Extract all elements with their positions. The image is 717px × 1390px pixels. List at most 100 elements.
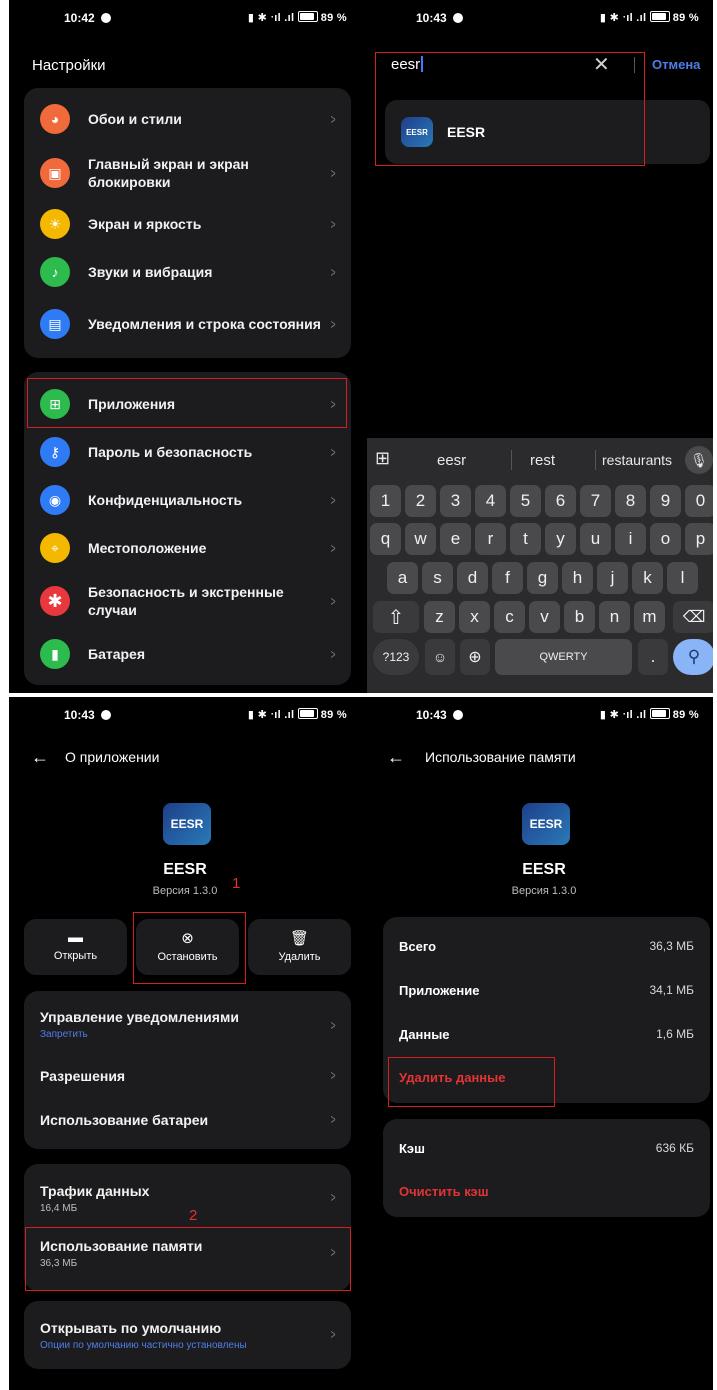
settings-item-sounds[interactable]: ♪ Звуки и вибрация > (24, 249, 351, 295)
settings-item-display[interactable]: ☀ Экран и яркость > (24, 201, 351, 247)
highlight-box (375, 52, 645, 166)
app-icon: EESR (522, 803, 570, 845)
suggestion-item[interactable]: eesr (437, 452, 466, 469)
settings-item-privacy[interactable]: ◉ Конфиденциальность > (24, 477, 351, 523)
back-arrow-icon[interactable]: ← (31, 747, 49, 768)
microphone-icon[interactable]: 🎙 (685, 446, 713, 474)
apps-grid-icon[interactable]: ⊞ (375, 448, 390, 469)
settings-item-label: Пароль и безопасность (88, 444, 253, 460)
shift-key-icon[interactable]: ⇧ (373, 601, 419, 633)
letter-key[interactable]: z (424, 601, 455, 633)
number-key[interactable]: 8 (615, 485, 646, 517)
number-key[interactable]: 1 (370, 485, 401, 517)
letter-key[interactable]: y (545, 523, 576, 555)
letter-key[interactable]: m (634, 601, 665, 633)
app-name: EESR (522, 861, 566, 878)
highlight-box (25, 1227, 351, 1291)
settings-item-battery[interactable]: ▮ Батарея > (24, 631, 351, 677)
letter-key[interactable]: a (387, 562, 418, 594)
number-key[interactable]: 4 (475, 485, 506, 517)
clear-cache-button[interactable]: Очистить кэш (399, 1184, 694, 1199)
battery-usage-item[interactable]: Использование батареи (40, 1112, 321, 1128)
back-arrow-icon[interactable]: ← (387, 747, 405, 768)
battery-level: 89 % (320, 709, 347, 721)
delete-button[interactable]: 🗑 Удалить (248, 919, 351, 975)
settings-item-home-screen[interactable]: ▣ Главный экран и экран блокировки > (24, 147, 351, 199)
number-key[interactable]: 5 (510, 485, 541, 517)
settings-item-label: Батарея (88, 646, 145, 662)
chevron-right-icon: > (330, 444, 336, 460)
letter-key[interactable]: v (529, 601, 560, 633)
notification-management-item[interactable]: Управление уведомлениями Запретить (40, 1009, 321, 1040)
letter-key[interactable]: n (599, 601, 630, 633)
settings-item-notifications[interactable]: ▤ Уведомления и строка состояния > (24, 298, 351, 350)
step-number: 1 (232, 875, 241, 892)
letter-key[interactable]: t (510, 523, 541, 555)
settings-item-location[interactable]: ⌖ Местоположение > (24, 525, 351, 571)
eye-icon: ◉ (40, 485, 70, 515)
globe-key-icon[interactable]: ⊕ (460, 639, 490, 675)
status-time: 10:43 (64, 708, 95, 722)
period-key[interactable]: . (638, 639, 668, 675)
chevron-right-icon: > (330, 111, 336, 127)
storage-label: Кэш (399, 1141, 425, 1156)
storage-label: Всего (399, 939, 437, 954)
letter-key[interactable]: p (685, 523, 713, 555)
settings-group-1: ◕ Обои и стили > ▣ Главный экран и экран… (24, 88, 351, 358)
number-key[interactable]: 9 (650, 485, 681, 517)
space-key[interactable]: QWERTY (495, 639, 632, 675)
number-key[interactable]: 2 (405, 485, 436, 517)
letter-key[interactable]: f (492, 562, 523, 594)
asterisk-icon: ✱ (40, 586, 70, 616)
letter-key[interactable]: j (597, 562, 628, 594)
backspace-key-icon[interactable]: ⌫ (673, 601, 713, 633)
chevron-right-icon: > (330, 1017, 336, 1033)
battery-level: 89 % (672, 709, 699, 721)
highlight-box (133, 912, 246, 984)
letter-key[interactable]: c (494, 601, 525, 633)
number-key[interactable]: 7 (580, 485, 611, 517)
letter-key[interactable]: r (475, 523, 506, 555)
letter-key[interactable]: g (527, 562, 558, 594)
delete-button-label: Удалить (278, 951, 321, 963)
symbols-key[interactable]: ?123 (373, 639, 419, 675)
settings-item-label: Обои и стили (88, 111, 182, 127)
number-key[interactable]: 0 (685, 485, 713, 517)
open-by-default-item[interactable]: Открывать по умолчанию Опции по умолчани… (40, 1320, 321, 1351)
letter-key[interactable]: s (422, 562, 453, 594)
app-info-screen: 10:43 ▮ ✱ ᐧıl .ıl 89 % ← О приложении EE… (9, 697, 361, 1390)
chevron-right-icon: > (330, 165, 336, 181)
suggestion-item[interactable]: restaurants (602, 452, 672, 468)
settings-item-emergency[interactable]: ✱ Безопасность и экстренные случаи > (24, 575, 351, 627)
number-key[interactable]: 6 (545, 485, 576, 517)
chevron-right-icon: > (330, 216, 336, 232)
letter-key[interactable]: q (370, 523, 401, 555)
settings-item-wallpaper[interactable]: ◕ Обои и стили > (24, 96, 351, 142)
letter-key[interactable]: u (580, 523, 611, 555)
cancel-button[interactable]: Отмена (652, 57, 700, 72)
item-label: Разрешения (40, 1068, 126, 1084)
highlight-box (388, 1057, 555, 1107)
open-button[interactable]: ▬ Открыть (24, 919, 127, 975)
search-key-icon[interactable]: ⚲ (673, 639, 713, 675)
suggestion-item[interactable]: rest (530, 452, 555, 469)
data-traffic-item[interactable]: Трафик данных 16,4 МБ (40, 1183, 321, 1214)
letter-key[interactable]: x (459, 601, 490, 633)
palette-icon: ◕ (40, 104, 70, 134)
battery-level: 89 % (672, 12, 699, 24)
letter-key[interactable]: w (405, 523, 436, 555)
letter-key[interactable]: e (440, 523, 471, 555)
permissions-item[interactable]: Разрешения (40, 1068, 321, 1084)
letter-key[interactable]: o (650, 523, 681, 555)
letter-key[interactable]: k (632, 562, 663, 594)
emoji-key-icon[interactable]: ☺ (425, 639, 455, 675)
letter-key[interactable]: d (457, 562, 488, 594)
letter-key[interactable]: i (615, 523, 646, 555)
letter-key[interactable]: b (564, 601, 595, 633)
number-key[interactable]: 3 (440, 485, 471, 517)
status-time: 10:42 (64, 11, 95, 25)
letter-key[interactable]: h (562, 562, 593, 594)
settings-item-password[interactable]: ⚷ Пароль и безопасность > (24, 429, 351, 475)
letter-key[interactable]: l (667, 562, 698, 594)
item-label: Управление уведомлениями (40, 1009, 239, 1025)
